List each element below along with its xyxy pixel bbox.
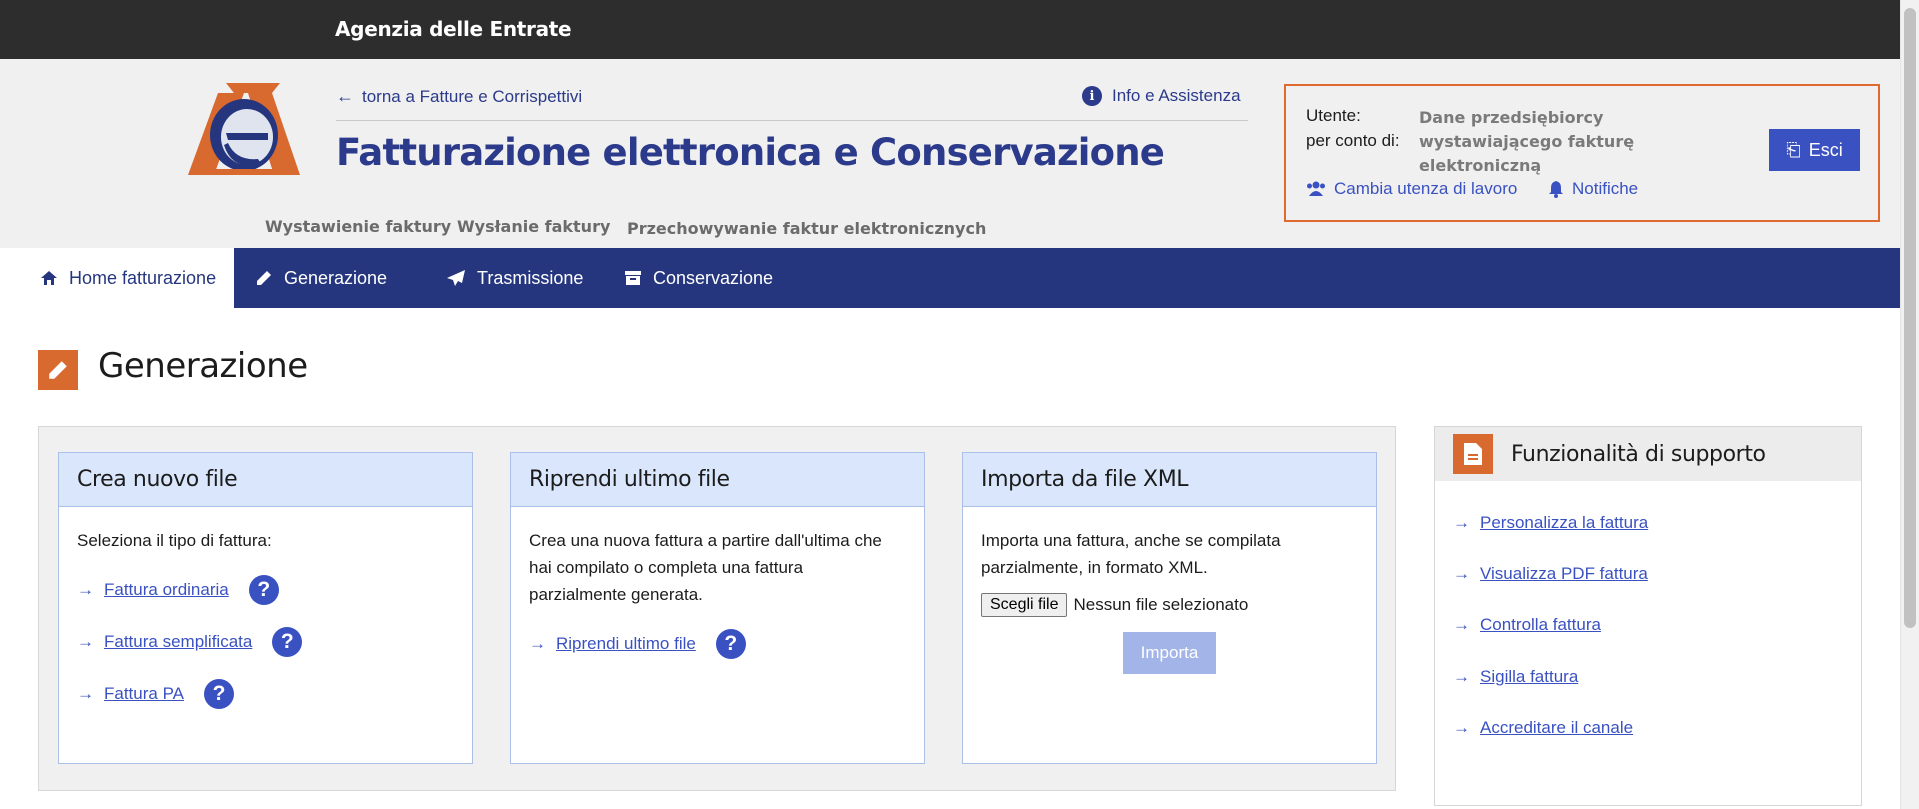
scrollbar-thumb[interactable] bbox=[1904, 8, 1916, 628]
main-nav: Home fatturazione Generazione Trasmissio… bbox=[19, 248, 1900, 308]
support-title: Funzionalità di supporto bbox=[1511, 441, 1766, 467]
fattura-pa-row: → Fattura PA ? bbox=[77, 679, 234, 709]
arrow-left-icon: ← bbox=[336, 86, 354, 106]
pencil-icon bbox=[257, 271, 271, 285]
arrow-right-icon: → bbox=[529, 634, 546, 653]
subnav-item-issue: Wystawienie faktury bbox=[265, 217, 452, 236]
check-invoice-link[interactable]: Controlla fattura bbox=[1480, 615, 1601, 635]
info-icon: i bbox=[1082, 86, 1102, 106]
customize-invoice-link[interactable]: Personalizza la fattura bbox=[1480, 513, 1648, 533]
choose-file-button[interactable]: Scegli file bbox=[981, 593, 1068, 617]
page-scrollbar[interactable] bbox=[1900, 0, 1919, 809]
accredit-channel-link[interactable]: Accreditare il canale bbox=[1480, 718, 1633, 738]
header-divider bbox=[336, 120, 1248, 121]
company-name: Dane przedsiębiorcy wystawiającego faktu… bbox=[1419, 108, 1635, 175]
paper-plane-icon bbox=[447, 270, 465, 286]
support-header: Funzionalità di supporto bbox=[1435, 427, 1861, 481]
notifications-link[interactable]: Notifiche bbox=[1548, 179, 1638, 199]
agenzia-logo bbox=[188, 83, 300, 175]
logout-button[interactable]: ⎗ Esci bbox=[1769, 129, 1860, 171]
no-file-label: Nessun file selezionato bbox=[1073, 595, 1249, 614]
card-new-file-text: Seleziona il tipo di fattura: bbox=[77, 531, 272, 550]
tab-home-fatturazione[interactable]: Home fatturazione bbox=[19, 248, 234, 308]
tab-generazione[interactable]: Generazione bbox=[234, 248, 387, 308]
fattura-ordinaria-link[interactable]: Fattura ordinaria bbox=[104, 580, 229, 600]
top-bar: Agenzia delle Entrate bbox=[0, 0, 1900, 59]
card-resume-title: Riprendi ultimo file bbox=[511, 453, 924, 507]
back-to-fatture-link[interactable]: ← torna a Fatture e Corrispettivi bbox=[336, 86, 582, 107]
support-link-row: → Personalizza la fattura bbox=[1453, 513, 1648, 533]
tab-trasmissione[interactable]: Trasmissione bbox=[425, 248, 583, 308]
user-label: Utente: bbox=[1306, 106, 1361, 125]
file-input: Scegli file Nessun file selezionato bbox=[981, 593, 1248, 617]
resume-last-file-link[interactable]: Riprendi ultimo file bbox=[556, 634, 696, 654]
arrow-right-icon: → bbox=[1453, 564, 1470, 583]
arrow-right-icon: → bbox=[1453, 667, 1470, 686]
page-pencil-icon bbox=[38, 350, 78, 390]
arrow-right-icon: → bbox=[77, 684, 94, 703]
fattura-pa-link[interactable]: Fattura PA bbox=[104, 684, 184, 704]
agency-name: Agenzia delle Entrate bbox=[335, 17, 572, 41]
help-icon[interactable]: ? bbox=[272, 627, 303, 657]
card-import-title: Importa da file XML bbox=[963, 453, 1376, 507]
card-new-file-title: Crea nuovo file bbox=[59, 453, 472, 507]
arrow-right-icon: → bbox=[1453, 615, 1470, 634]
card-resume-file: Riprendi ultimo file Crea una nuova fatt… bbox=[510, 452, 925, 764]
document-icon bbox=[1453, 434, 1493, 474]
help-icon[interactable]: ? bbox=[248, 575, 279, 605]
subnav-item-send: Wysłanie faktury bbox=[457, 217, 611, 236]
arrow-right-icon: → bbox=[1453, 718, 1470, 737]
fattura-semplificata-row: → Fattura semplificata ? bbox=[77, 627, 303, 657]
support-link-row: → Visualizza PDF fattura bbox=[1453, 564, 1648, 584]
support-panel: Funzionalità di supporto → Personalizza … bbox=[1434, 426, 1862, 806]
support-link-row: → Sigilla fattura bbox=[1453, 667, 1578, 687]
support-link-row: → Accreditare il canale bbox=[1453, 718, 1633, 738]
import-button[interactable]: Importa bbox=[1123, 632, 1216, 674]
arrow-right-icon: → bbox=[77, 580, 94, 599]
seal-invoice-link[interactable]: Sigilla fattura bbox=[1480, 667, 1578, 687]
change-user-link[interactable]: Cambia utenza di lavoro bbox=[1306, 179, 1517, 199]
help-icon[interactable]: ? bbox=[204, 679, 234, 709]
fattura-ordinaria-row: → Fattura ordinaria ? bbox=[77, 575, 279, 605]
resume-row: → Riprendi ultimo file ? bbox=[529, 629, 746, 659]
view-pdf-link[interactable]: Visualizza PDF fattura bbox=[1480, 564, 1648, 584]
info-assistance-link[interactable]: i Info e Assistenza bbox=[1082, 86, 1241, 106]
subnav-item-storage: Przechowywanie faktur elektronicznych bbox=[627, 219, 987, 238]
arrow-right-icon: → bbox=[1453, 513, 1470, 532]
on-behalf-label: per conto di: bbox=[1306, 131, 1400, 150]
fattura-semplificata-link[interactable]: Fattura semplificata bbox=[104, 632, 252, 652]
tab-conservazione[interactable]: Conservazione bbox=[603, 248, 773, 308]
card-resume-text: Crea una nuova fattura a partire dall'ul… bbox=[529, 531, 882, 604]
card-new-file: Crea nuovo file Seleziona il tipo di fat… bbox=[58, 452, 473, 764]
card-import-xml: Importa da file XML Importa una fattura,… bbox=[962, 452, 1377, 764]
bell-icon bbox=[1549, 181, 1563, 198]
support-link-row: → Controlla fattura bbox=[1453, 615, 1601, 635]
user-box: Utente: per conto di: Dane przedsiębiorc… bbox=[1284, 84, 1880, 222]
archive-icon bbox=[625, 271, 641, 285]
home-icon bbox=[41, 271, 57, 285]
help-icon[interactable]: ? bbox=[715, 629, 746, 659]
app-title: Fatturazione elettronica e Conservazione bbox=[336, 131, 1165, 174]
arrow-right-icon: → bbox=[77, 632, 94, 651]
users-icon bbox=[1307, 181, 1325, 196]
sign-out-icon: ⎗ bbox=[1786, 139, 1801, 160]
page-title: Generazione bbox=[98, 346, 308, 386]
card-import-text: Importa una fattura, anche se compilata … bbox=[981, 531, 1281, 577]
